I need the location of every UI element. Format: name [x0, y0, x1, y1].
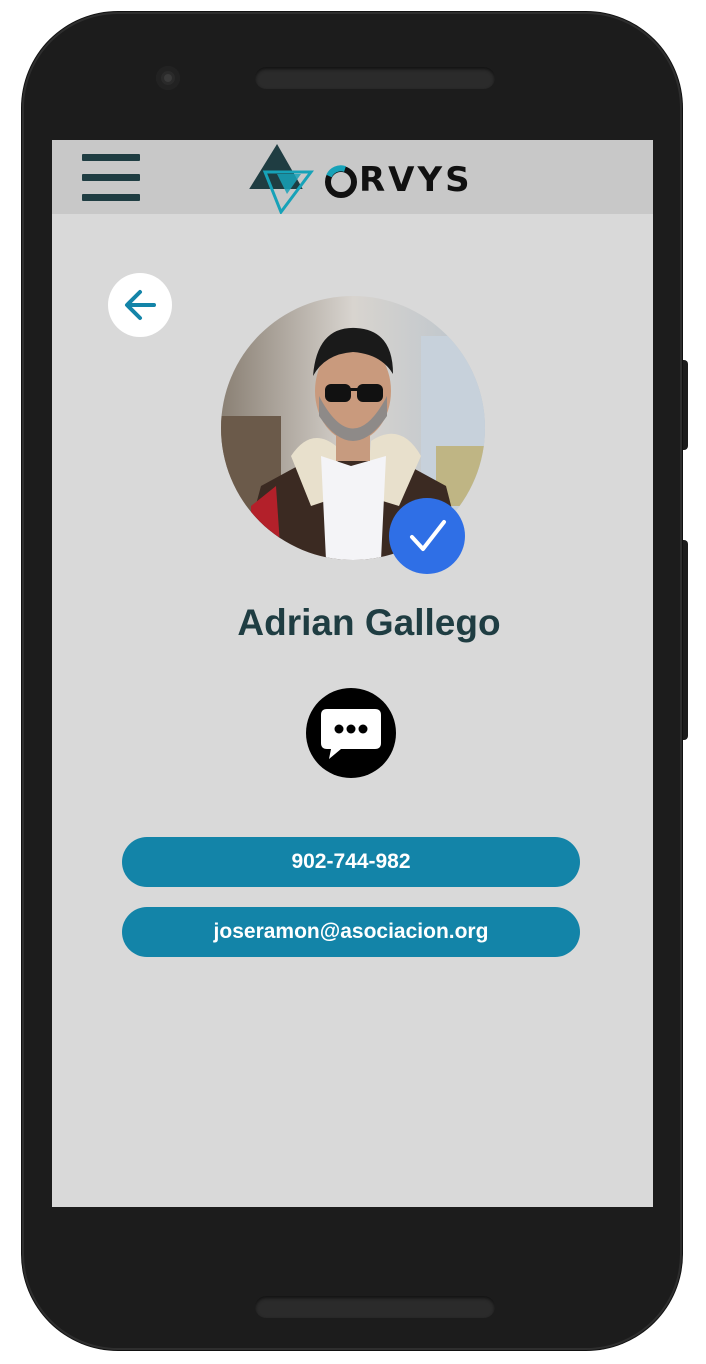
hamburger-icon[interactable]: [82, 154, 140, 202]
logo-o-ring: [325, 165, 357, 198]
front-camera: [156, 66, 180, 90]
arrow-left-icon: [125, 290, 156, 320]
orvys-logo-icon: [249, 144, 314, 214]
email-button[interactable]: joseramon@asociacion.org: [122, 907, 580, 957]
brand-name: RVYS: [359, 160, 473, 200]
top-speaker: [255, 67, 495, 89]
back-button[interactable]: [108, 273, 172, 337]
message-button[interactable]: [306, 688, 396, 778]
app-bar: RVYS: [52, 140, 653, 214]
profile-name: Adrian Gallego: [237, 602, 501, 643]
verified-badge: [389, 498, 465, 574]
app-screen: RVYS Adrian Gallego 902-744-982 joseramo…: [52, 140, 653, 1207]
profile-photo-container: [221, 296, 485, 574]
phone-number-button[interactable]: 902-744-982: [122, 837, 580, 887]
checkmark-icon: [410, 520, 446, 551]
bottom-speaker: [255, 1296, 495, 1318]
brand-logo: RVYS: [247, 144, 470, 214]
chat-bubble-icon: [321, 709, 381, 759]
